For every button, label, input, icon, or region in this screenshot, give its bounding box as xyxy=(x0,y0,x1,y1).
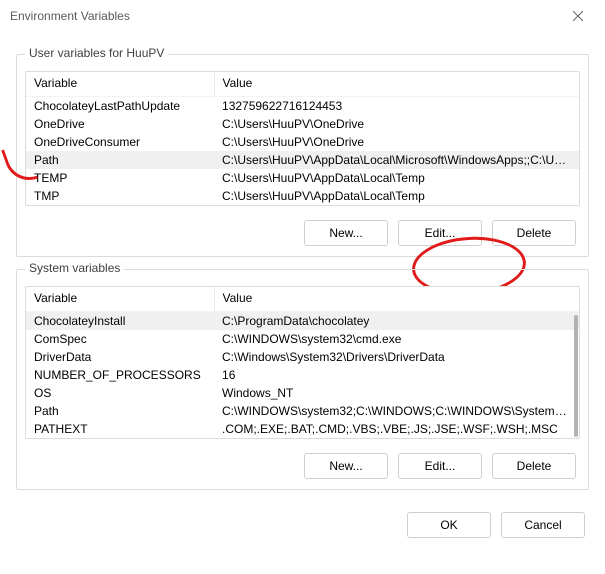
cell-value: C:\WINDOWS\system32\cmd.exe xyxy=(214,330,579,348)
user-variables-table[interactable]: Variable Value ChocolateyLastPathUpdate1… xyxy=(26,72,579,205)
table-row[interactable]: PathC:\WINDOWS\system32;C:\WINDOWS;C:\WI… xyxy=(26,402,579,420)
system-delete-button[interactable]: Delete xyxy=(492,453,576,479)
window-title: Environment Variables xyxy=(10,9,555,23)
cell-value: .COM;.EXE;.BAT;.CMD;.VBS;.VBE;.JS;.JSE;.… xyxy=(214,420,579,438)
cell-variable: TEMP xyxy=(26,169,214,187)
user-variables-label: User variables for HuuPV xyxy=(25,46,168,60)
cell-value: Windows_NT xyxy=(214,384,579,402)
cell-value: C:\Users\HuuPV\OneDrive xyxy=(214,133,579,151)
cell-value: C:\ProgramData\chocolatey xyxy=(214,312,579,331)
cell-variable: NUMBER_OF_PROCESSORS xyxy=(26,366,214,384)
system-variables-group: System variables Variable Value Chocolat… xyxy=(16,269,589,490)
table-row[interactable]: TEMPC:\Users\HuuPV\AppData\Local\Temp xyxy=(26,169,579,187)
cell-variable: Path xyxy=(26,402,214,420)
cell-variable: OS xyxy=(26,384,214,402)
cell-variable: OneDriveConsumer xyxy=(26,133,214,151)
cell-variable: DriverData xyxy=(26,348,214,366)
cancel-button[interactable]: Cancel xyxy=(501,512,585,538)
system-variables-table-wrap: Variable Value ChocolateyInstallC:\Progr… xyxy=(25,286,580,439)
user-col-variable[interactable]: Variable xyxy=(26,72,214,97)
cell-value: C:\Users\HuuPV\OneDrive xyxy=(214,115,579,133)
system-buttons-row: New... Edit... Delete xyxy=(25,453,580,479)
table-row[interactable]: OSWindows_NT xyxy=(26,384,579,402)
cell-value: 132759622716124453 xyxy=(214,97,579,116)
system-col-variable[interactable]: Variable xyxy=(26,287,214,312)
table-row[interactable]: PathC:\Users\HuuPV\AppData\Local\Microso… xyxy=(26,151,579,169)
table-row[interactable]: NUMBER_OF_PROCESSORS16 xyxy=(26,366,579,384)
table-row[interactable]: ChocolateyLastPathUpdate1327596227161244… xyxy=(26,97,579,116)
user-variables-group: User variables for HuuPV Variable Value … xyxy=(16,54,589,257)
cell-value: C:\Users\HuuPV\AppData\Local\Temp xyxy=(214,169,579,187)
ok-button[interactable]: OK xyxy=(407,512,491,538)
system-variables-table[interactable]: Variable Value ChocolateyInstallC:\Progr… xyxy=(26,287,579,438)
table-row[interactable]: ChocolateyInstallC:\ProgramData\chocolat… xyxy=(26,312,579,331)
cell-variable: ComSpec xyxy=(26,330,214,348)
system-variables-label: System variables xyxy=(25,261,124,275)
user-delete-button[interactable]: Delete xyxy=(492,220,576,246)
user-variables-table-wrap: Variable Value ChocolateyLastPathUpdate1… xyxy=(25,71,580,206)
table-row[interactable]: OneDriveConsumerC:\Users\HuuPV\OneDrive xyxy=(26,133,579,151)
footer-buttons: OK Cancel xyxy=(16,512,589,538)
cell-value: C:\Users\HuuPV\AppData\Local\Microsoft\W… xyxy=(214,151,579,169)
cell-variable: OneDrive xyxy=(26,115,214,133)
system-col-value[interactable]: Value xyxy=(214,287,579,312)
table-row[interactable]: DriverDataC:\Windows\System32\Drivers\Dr… xyxy=(26,348,579,366)
table-row[interactable]: PATHEXT.COM;.EXE;.BAT;.CMD;.VBS;.VBE;.JS… xyxy=(26,420,579,438)
title-bar: Environment Variables xyxy=(0,0,605,32)
user-edit-button[interactable]: Edit... xyxy=(398,220,482,246)
dialog-body: User variables for HuuPV Variable Value … xyxy=(0,32,605,554)
user-new-button[interactable]: New... xyxy=(304,220,388,246)
environment-variables-dialog: Environment Variables User variables for… xyxy=(0,0,605,574)
cell-variable: ChocolateyInstall xyxy=(26,312,214,331)
user-buttons-row: New... Edit... Delete xyxy=(25,220,580,246)
cell-value: 16 xyxy=(214,366,579,384)
table-row[interactable]: OneDriveC:\Users\HuuPV\OneDrive xyxy=(26,115,579,133)
cell-value: C:\WINDOWS\system32;C:\WINDOWS;C:\WINDOW… xyxy=(214,402,579,420)
system-scrollbar[interactable] xyxy=(574,315,578,437)
cell-value: C:\Windows\System32\Drivers\DriverData xyxy=(214,348,579,366)
user-col-value[interactable]: Value xyxy=(214,72,579,97)
table-row[interactable]: TMPC:\Users\HuuPV\AppData\Local\Temp xyxy=(26,187,579,205)
cell-variable: ChocolateyLastPathUpdate xyxy=(26,97,214,116)
cell-variable: PATHEXT xyxy=(26,420,214,438)
cell-variable: TMP xyxy=(26,187,214,205)
cell-value: C:\Users\HuuPV\AppData\Local\Temp xyxy=(214,187,579,205)
close-button[interactable] xyxy=(555,0,601,32)
close-icon xyxy=(573,11,583,21)
table-row[interactable]: ComSpecC:\WINDOWS\system32\cmd.exe xyxy=(26,330,579,348)
cell-variable: Path xyxy=(26,151,214,169)
system-edit-button[interactable]: Edit... xyxy=(398,453,482,479)
system-new-button[interactable]: New... xyxy=(304,453,388,479)
